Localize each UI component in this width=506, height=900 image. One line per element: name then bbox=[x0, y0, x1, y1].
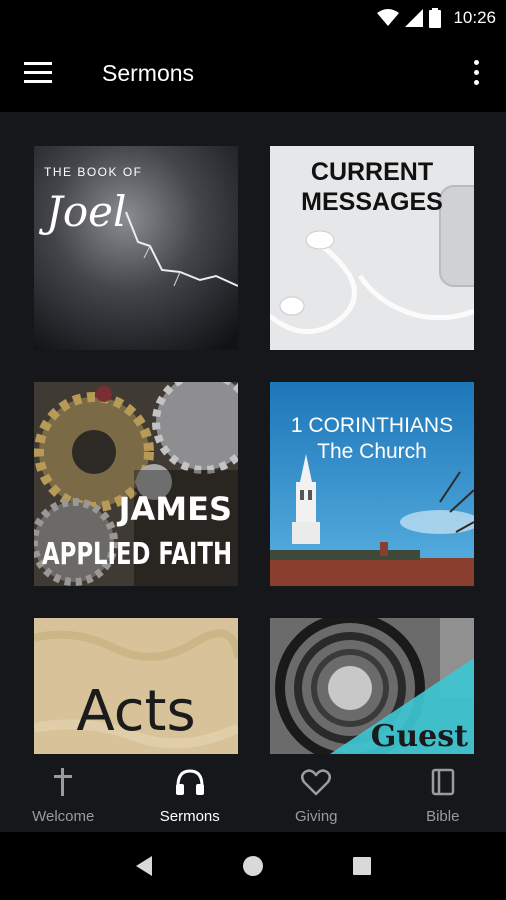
menu-icon[interactable] bbox=[24, 62, 54, 86]
nav-label-welcome: Welcome bbox=[32, 808, 95, 825]
series-title-joel-line1: THE BOOK OF bbox=[44, 165, 143, 179]
app-bar: Sermons bbox=[0, 36, 506, 112]
series-tile-joel[interactable]: THE BOOK OF Joel bbox=[34, 146, 238, 350]
series-title-joel-line2: Joel bbox=[38, 187, 126, 236]
series-tile-acts[interactable]: Acts bbox=[34, 618, 238, 754]
wifi-icon bbox=[377, 9, 400, 26]
heart-icon bbox=[301, 769, 332, 796]
signal-icon bbox=[405, 9, 424, 27]
nav-label-giving: Giving bbox=[294, 808, 338, 825]
nav-label-sermons: Sermons bbox=[159, 808, 220, 825]
recents-icon[interactable] bbox=[342, 846, 382, 886]
back-icon[interactable] bbox=[124, 846, 164, 886]
battery-icon bbox=[429, 8, 442, 28]
series-tile-1-corinthians[interactable]: 1 CORINTHIANS The Church bbox=[270, 382, 474, 586]
series-title-acts: Acts bbox=[76, 679, 195, 744]
nav-item-welcome[interactable]: Welcome bbox=[0, 754, 127, 832]
series-title-corinthians-line2: The Church bbox=[317, 440, 427, 463]
series-tile-guest[interactable]: Guest bbox=[270, 618, 474, 754]
series-title-james-line2: APPLIED FAITH bbox=[42, 537, 232, 572]
series-title-current-line2: MESSAGES bbox=[301, 188, 443, 216]
page-title: Sermons bbox=[102, 60, 195, 86]
bottom-navigation: Welcome Sermons Giving Bible bbox=[0, 754, 506, 832]
nav-item-sermons[interactable]: Sermons bbox=[127, 754, 254, 832]
series-title-guest: Guest bbox=[371, 719, 468, 754]
nav-item-giving[interactable]: Giving bbox=[253, 754, 380, 832]
system-navigation-bar bbox=[0, 832, 506, 900]
status-bar: 10:26 bbox=[0, 0, 506, 36]
home-icon[interactable] bbox=[233, 846, 273, 886]
series-title-corinthians-line1: 1 CORINTHIANS bbox=[291, 414, 453, 437]
sermon-series-grid: THE BOOK OF Joel CURRENT MESSAGES JAMES … bbox=[0, 112, 506, 754]
series-tile-current-messages[interactable]: CURRENT MESSAGES bbox=[270, 146, 474, 350]
nav-item-bible[interactable]: Bible bbox=[380, 754, 506, 832]
cross-icon bbox=[54, 768, 73, 796]
series-title-current-line1: CURRENT bbox=[311, 158, 433, 186]
series-title-james-line1: JAMES bbox=[117, 490, 232, 528]
book-icon bbox=[431, 768, 454, 796]
more-options-icon[interactable] bbox=[470, 60, 482, 90]
status-time: 10:26 bbox=[453, 8, 496, 27]
nav-label-bible: Bible bbox=[426, 808, 460, 825]
status-icons: 10:26 bbox=[377, 0, 496, 36]
series-tile-james[interactable]: JAMES APPLIED FAITH bbox=[34, 382, 238, 586]
headphones-icon bbox=[175, 769, 204, 795]
